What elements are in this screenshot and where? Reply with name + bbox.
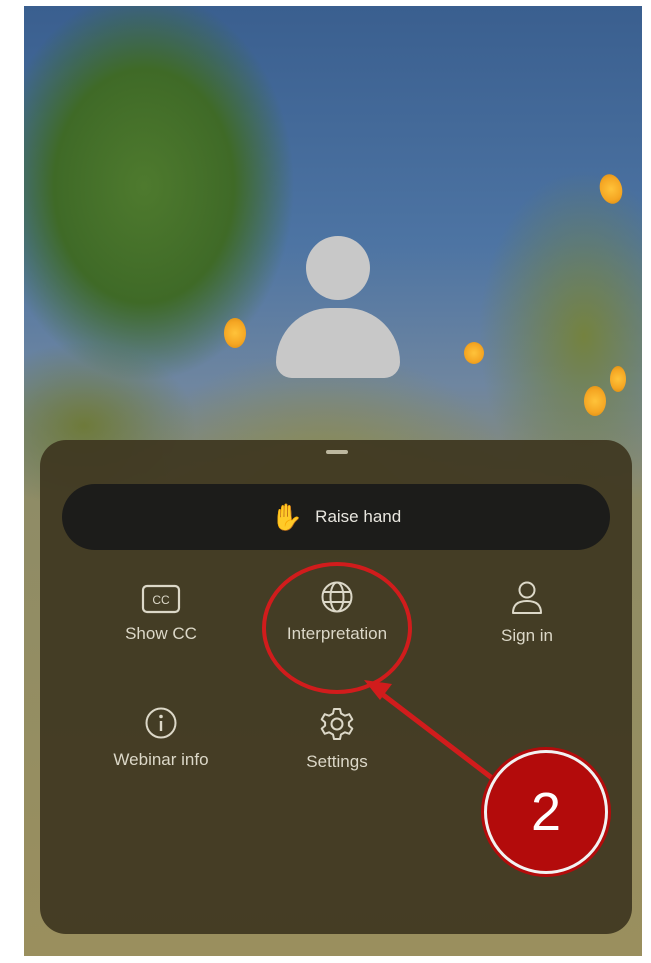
step-number-badge: 2 (484, 750, 608, 874)
